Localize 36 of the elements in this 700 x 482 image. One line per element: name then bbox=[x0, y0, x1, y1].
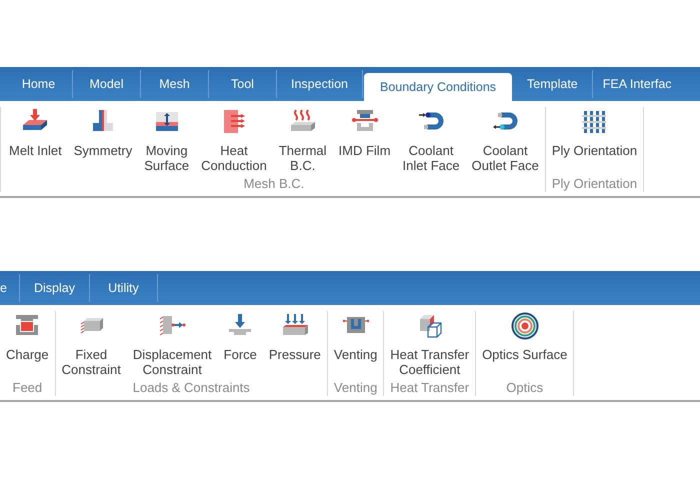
group-label: Optics bbox=[506, 380, 544, 396]
group-label: Venting bbox=[334, 380, 378, 396]
ribbon-command[interactable]: Displacement Constraint bbox=[126, 311, 218, 377]
ribbon-tab[interactable]: Tool bbox=[209, 70, 277, 98]
ribbon-command[interactable]: Venting bbox=[328, 311, 384, 362]
ribbon-tab[interactable]: Mesh bbox=[141, 70, 209, 98]
ribbon-command[interactable]: Pressure bbox=[262, 311, 327, 362]
ribbon-tab[interactable]: Inspection bbox=[277, 70, 363, 98]
ribbon-command[interactable]: Heat Transfer Coefficient bbox=[384, 311, 476, 377]
ribbon-command[interactable]: Coolant Outlet Face bbox=[466, 107, 545, 173]
ribbon-tab[interactable]: Home bbox=[5, 70, 73, 98]
target-icon bbox=[510, 311, 540, 341]
ribbon-command[interactable]: Optics Surface bbox=[476, 311, 574, 362]
ribbon-tab[interactable]: Template bbox=[513, 70, 593, 98]
ribbon-command[interactable]: IMD Film bbox=[332, 107, 397, 158]
ribbon-tab[interactable]: Boundary Conditions bbox=[364, 73, 512, 101]
ribbon-command[interactable]: Coolant Inlet Face bbox=[396, 107, 466, 173]
ribbon-command[interactable]: Thermal B.C. bbox=[272, 107, 333, 173]
ribbon-command[interactable]: Melt Inlet bbox=[3, 107, 68, 158]
ribbon-tab[interactable]: e bbox=[0, 274, 20, 302]
group-label: Ply Orientation bbox=[552, 176, 638, 192]
group-label: Loads & Constraints bbox=[132, 380, 250, 396]
ribbon-command[interactable]: Charge bbox=[0, 311, 55, 362]
ribbon-command[interactable]: Heat Conduction bbox=[195, 107, 273, 173]
ribbon-tab[interactable]: Utility bbox=[90, 274, 158, 302]
group-label: Mesh B.C. bbox=[244, 176, 304, 192]
group-label: Heat Transfer bbox=[390, 380, 470, 396]
ribbon-command[interactable]: Fixed Constraint bbox=[56, 311, 127, 377]
ribbon-tab[interactable]: Display bbox=[20, 274, 90, 302]
ribbon-command[interactable]: Ply Orientation bbox=[546, 107, 644, 158]
ribbon-command[interactable]: Force bbox=[218, 311, 263, 362]
ribbon-tab[interactable]: Model bbox=[73, 70, 141, 98]
ribbon-command[interactable]: Moving Surface bbox=[138, 107, 196, 173]
ribbon-tab[interactable]: FEA Interfac bbox=[592, 70, 672, 98]
group-label: Feed bbox=[12, 380, 42, 396]
ribbon-command[interactable]: Symmetry bbox=[68, 107, 138, 158]
